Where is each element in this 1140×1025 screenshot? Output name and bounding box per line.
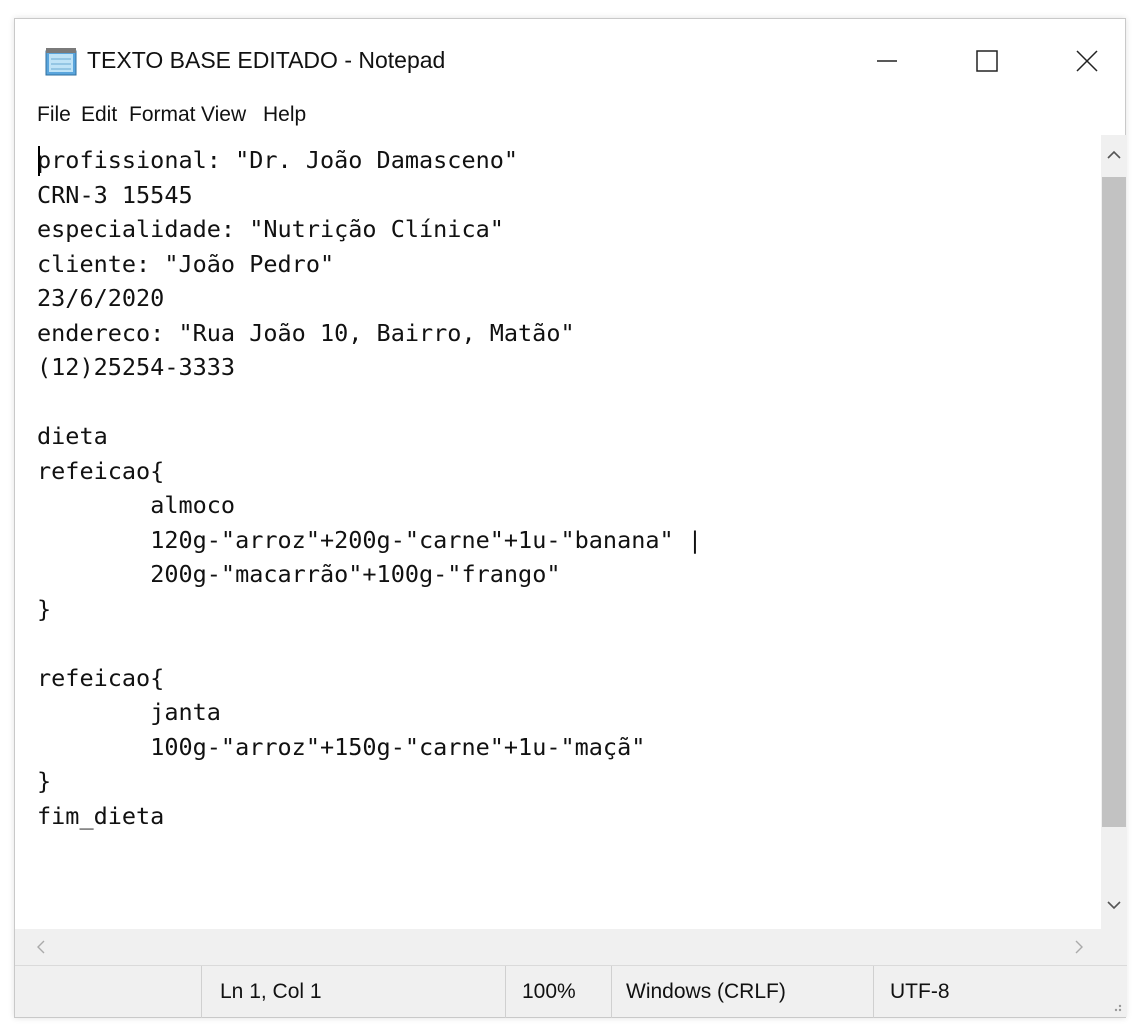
horizontal-scrollbar[interactable] xyxy=(15,929,1127,965)
status-zoom: 100% xyxy=(522,980,576,1003)
chevron-left-icon xyxy=(37,940,45,954)
chevron-down-icon xyxy=(1107,901,1121,910)
status-line-ending: Windows (CRLF) xyxy=(626,980,786,1003)
scroll-down-button[interactable] xyxy=(1101,885,1127,925)
menu-format[interactable]: Format xyxy=(129,103,196,127)
status-line-ending-cell: Windows (CRLF) xyxy=(611,966,873,1018)
menu-bar: File Edit Format View Help xyxy=(15,97,1125,133)
chevron-right-icon xyxy=(1075,940,1083,954)
menu-view[interactable]: View xyxy=(201,103,246,127)
title-bar[interactable]: TEXTO BASE EDITADO - Notepad xyxy=(15,19,1125,97)
close-icon xyxy=(1076,50,1098,72)
text-editor[interactable]: profissional: "Dr. João Damasceno" CRN-3… xyxy=(15,135,1101,929)
notepad-window: TEXTO BASE EDITADO - Notepad File Edit F… xyxy=(14,18,1127,1018)
menu-edit[interactable]: Edit xyxy=(81,103,117,127)
text-cursor xyxy=(38,146,40,176)
vertical-scroll-thumb[interactable] xyxy=(1102,177,1126,827)
status-zoom-cell: 100% xyxy=(505,966,611,1018)
menu-help[interactable]: Help xyxy=(263,103,306,127)
chevron-up-icon xyxy=(1107,150,1121,159)
minimize-button[interactable] xyxy=(847,33,927,89)
status-position: Ln 1, Col 1 xyxy=(220,980,322,1003)
window-title: TEXTO BASE EDITADO - Notepad xyxy=(87,47,446,73)
scroll-up-button[interactable] xyxy=(1101,135,1127,175)
status-encoding: UTF-8 xyxy=(890,980,950,1003)
close-button[interactable] xyxy=(1047,33,1127,89)
maximize-icon xyxy=(976,50,998,72)
editor-text[interactable]: profissional: "Dr. João Damasceno" CRN-3… xyxy=(37,143,702,833)
notepad-icon xyxy=(45,48,77,76)
status-bar: Ln 1, Col 1 100% Windows (CRLF) UTF-8 xyxy=(15,965,1127,1018)
scroll-left-button[interactable] xyxy=(29,935,53,959)
status-position-cell: Ln 1, Col 1 xyxy=(201,966,505,1018)
status-encoding-cell: UTF-8 xyxy=(873,966,1127,1018)
maximize-button[interactable] xyxy=(947,33,1027,89)
minimize-icon xyxy=(877,60,897,62)
scroll-right-button[interactable] xyxy=(1067,935,1091,959)
menu-file[interactable]: File xyxy=(37,103,71,127)
resize-grip-icon[interactable] xyxy=(1109,999,1123,1013)
